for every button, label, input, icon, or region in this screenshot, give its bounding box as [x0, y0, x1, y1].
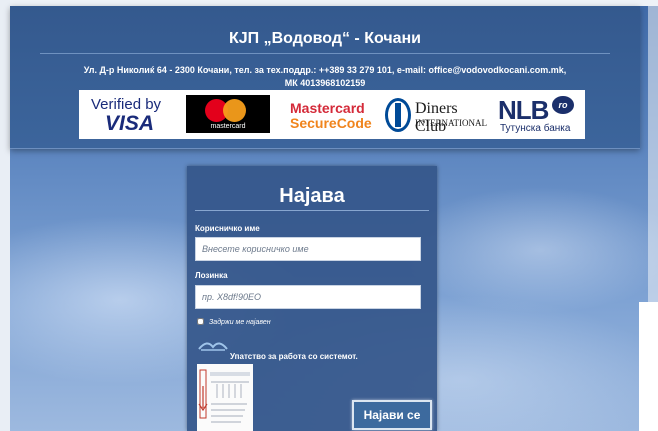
- company-address: Ул. Д-р Николиќ 64 - 2300 Кочани, тел. з…: [70, 64, 580, 90]
- diners-bar-icon: [395, 103, 401, 127]
- mastercard-yellow-circle: [223, 99, 246, 122]
- header-divider: [40, 53, 610, 54]
- visa-top-text: Verified by: [91, 96, 162, 113]
- login-panel: Најава Корисничко име Лозинка Задржи ме …: [187, 166, 437, 431]
- blank-corner: [639, 302, 658, 431]
- nlb-bank-name: Тутунска банка: [500, 123, 571, 134]
- header-panel: КЈП „Водовод“ - Кочани Ул. Д-р Николиќ 6…: [10, 6, 640, 149]
- diners-club-logo: Diners Club INTERNATIONAL: [382, 90, 487, 139]
- payment-logos-strip: Verified by VISA mastercard Mastercard S…: [79, 90, 585, 139]
- right-edge: [648, 0, 658, 302]
- mastercard-logo: mastercard: [186, 95, 270, 133]
- address-line-2: МК 4013968102159: [284, 78, 366, 88]
- username-input[interactable]: [195, 237, 421, 261]
- password-input[interactable]: [195, 285, 421, 309]
- left-edge: [0, 0, 10, 431]
- securecode-line-2: SecureCode: [290, 115, 372, 131]
- login-title: Најава: [279, 185, 345, 207]
- company-title: КЈП „Водовод“ - Кочани: [228, 30, 422, 47]
- nlb-badge-icon: ro: [552, 96, 574, 114]
- mastercard-securecode-logo: Mastercard SecureCode: [288, 90, 378, 139]
- user-manual-link[interactable]: Упатство за работа со системот.: [230, 352, 358, 361]
- manual-book-icon[interactable]: [197, 338, 229, 352]
- login-button[interactable]: Најави се: [352, 400, 432, 430]
- securecode-line-1: Mastercard: [290, 100, 365, 116]
- login-divider: [195, 210, 429, 211]
- remember-me-checkbox[interactable]: [197, 318, 204, 325]
- mastercard-text: mastercard: [210, 123, 246, 130]
- manual-thumbnail[interactable]: [197, 364, 253, 431]
- password-label: Лозинка: [195, 271, 228, 280]
- verified-by-visa-logo: Verified by VISA: [85, 90, 173, 139]
- address-line-1: Ул. Д-р Николиќ 64 - 2300 Кочани, тел. з…: [83, 65, 567, 75]
- username-label: Корисничко име: [195, 224, 260, 233]
- remember-me-label: Задржи ме најавен: [209, 319, 271, 326]
- diners-line-2: INTERNATIONAL: [415, 118, 487, 128]
- nlb-name: NLB: [498, 95, 549, 125]
- nlb-bank-logo: NLB ro Тутунска банка: [492, 90, 582, 139]
- visa-bottom-text: VISA: [105, 112, 155, 135]
